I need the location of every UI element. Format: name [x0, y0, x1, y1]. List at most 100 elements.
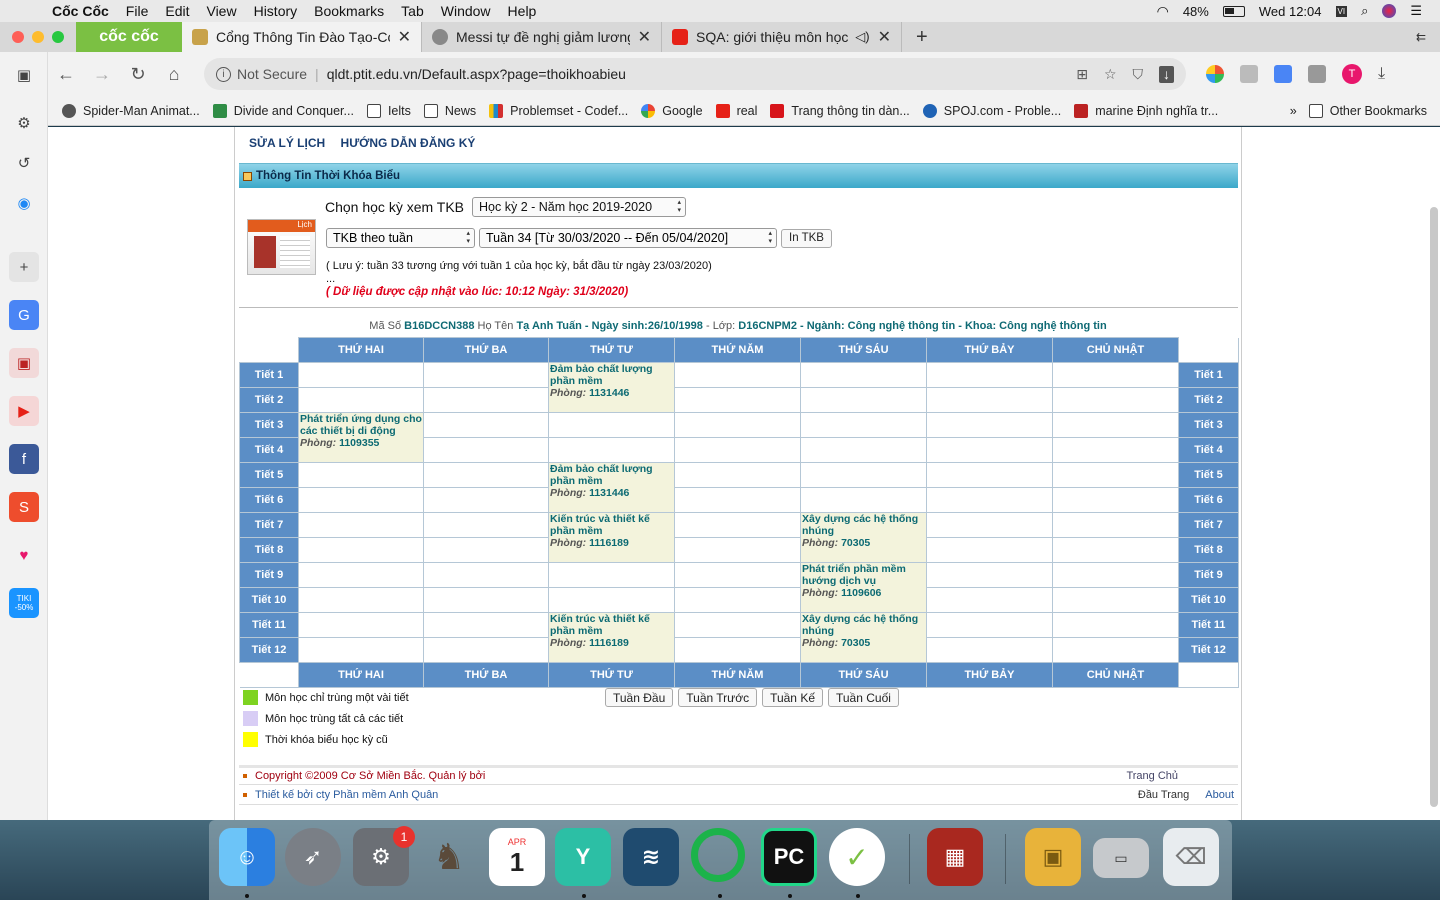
trash-icon[interactable]: ⌫ [1163, 828, 1219, 886]
previous-week-button[interactable]: Tuần Trước [678, 688, 758, 707]
class-slot[interactable]: Đảm bảo chất lượng phần mềm Phòng: 113144… [548, 362, 675, 413]
youtube-app-icon[interactable]: ▶ [9, 396, 39, 426]
messenger-icon[interactable]: ◉ [9, 188, 39, 218]
bookmark-folder[interactable]: Ielts [366, 103, 411, 118]
class-slot[interactable]: Đảm bảo chất lượng phần mềm Phòng: 113144… [548, 462, 675, 513]
photo-booth-icon[interactable]: ▦ [927, 828, 983, 886]
shield-icon[interactable]: ⛉ [1133, 66, 1144, 83]
info-icon[interactable]: i [216, 66, 231, 82]
downloads-icon[interactable]: ⤓ [1378, 65, 1385, 83]
translate-icon[interactable]: ⊞ [1076, 66, 1088, 83]
menu-clock[interactable]: Wed 12:04 [1259, 4, 1322, 19]
class-slot[interactable]: Kiến trúc và thiết kế phần mềm Phòng: 111… [548, 512, 675, 563]
new-tab-button[interactable]: + [916, 26, 928, 49]
siri-icon[interactable] [1382, 4, 1397, 18]
chess-icon[interactable]: ♞ [421, 828, 477, 886]
audio-playing-icon[interactable]: ◁) [855, 29, 869, 45]
minimize-window-button[interactable] [32, 31, 44, 43]
menu-window[interactable]: Window [441, 3, 491, 19]
back-to-top-link[interactable]: Đầu Trang [1138, 789, 1189, 801]
menu-tab[interactable]: Tab [401, 3, 424, 19]
screenshot-extension-icon[interactable] [1240, 65, 1258, 83]
facebook-app-icon[interactable]: f [9, 444, 39, 474]
notification-center-icon[interactable]: ☰ [1410, 3, 1422, 19]
copy-extension-icon[interactable] [1308, 65, 1326, 83]
coccoc-logo[interactable]: cốc cốc [76, 22, 182, 52]
tab-timetable[interactable]: Cổng Thông Tin Đào Tạo-Cơ ✕ [182, 22, 422, 52]
about-link[interactable]: About [1205, 789, 1234, 801]
tab-sqa[interactable]: SQA: giới thiệu môn học - ◁) ✕ [662, 22, 902, 52]
forward-button[interactable]: → [84, 64, 120, 85]
download-page-icon[interactable]: ↓ [1159, 65, 1174, 83]
nav-registration-guide[interactable]: HƯỚNG DẪN ĐĂNG KÝ [341, 136, 476, 150]
spotlight-icon[interactable]: ⌕ [1361, 3, 1368, 19]
input-source-icon[interactable]: VI [1335, 5, 1348, 17]
tab-messi[interactable]: Messi tự đề nghị giảm lương ✕ [422, 22, 662, 52]
close-tab-icon[interactable]: ✕ [638, 27, 651, 47]
bookmark-folder[interactable]: News [423, 103, 476, 118]
bookmark-item[interactable]: Trang thông tin dàn... [770, 103, 910, 118]
last-week-button[interactable]: Tuần Cuối [828, 688, 899, 707]
class-slot[interactable]: Phát triển phần mềm hướng dịch vụ Phòng: … [800, 562, 927, 613]
google-translate-icon[interactable] [1274, 65, 1292, 83]
other-bookmarks-folder[interactable]: Other Bookmarks [1308, 103, 1427, 118]
close-window-button[interactable] [12, 31, 24, 43]
disk-image-icon[interactable]: ▭ [1093, 838, 1149, 878]
back-button[interactable]: ← [48, 64, 84, 85]
package-icon[interactable]: ▣ [1025, 828, 1081, 886]
cambridge-app-icon[interactable]: ▣ [9, 348, 39, 378]
menu-bookmarks[interactable]: Bookmarks [314, 3, 384, 19]
menu-history[interactable]: History [254, 3, 298, 19]
tab-search-icon[interactable]: ⇇ [1416, 30, 1426, 44]
launchpad-icon[interactable]: ➶ [285, 828, 341, 886]
bookmark-item[interactable]: Divide and Conquer... [212, 103, 354, 118]
bookmark-item[interactable]: marine Định nghĩa tr... [1074, 103, 1218, 118]
tiki-app-icon[interactable]: TIKI -50% [9, 588, 39, 618]
class-slot[interactable]: Kiến trúc và thiết kế phần mềm Phòng: 111… [548, 612, 675, 663]
loading-circle-icon[interactable] [691, 828, 745, 882]
heart-app-icon[interactable]: ♥ [9, 540, 39, 570]
bookmark-item[interactable]: real [715, 103, 757, 118]
class-slot[interactable]: Xây dựng các hệ thống nhúng Phòng: 70305 [800, 612, 927, 663]
url-text[interactable]: qldt.ptit.edu.vn/Default.aspx?page=thoik… [327, 66, 626, 82]
google-translate-app-icon[interactable]: G [9, 300, 39, 330]
zoom-window-button[interactable] [52, 31, 64, 43]
settings-icon[interactable]: ⚙ [9, 108, 39, 138]
view-mode-select[interactable]: TKB theo tuần [326, 228, 475, 248]
close-tab-icon[interactable]: ✕ [878, 27, 891, 47]
menu-help[interactable]: Help [508, 3, 537, 19]
home-link[interactable]: Trang Chủ [1126, 770, 1178, 782]
coccoc-extension-icon[interactable] [1206, 65, 1224, 83]
battery-percent[interactable]: 48% [1183, 4, 1209, 19]
more-bookmarks-icon[interactable]: » [1290, 104, 1297, 118]
menu-edit[interactable]: Edit [165, 3, 189, 19]
first-week-button[interactable]: Tuần Đầu [605, 688, 674, 707]
bookmark-item[interactable]: Google [641, 103, 703, 118]
address-bar[interactable]: i Not Secure | qldt.ptit.edu.vn/Default.… [204, 58, 1186, 90]
menu-view[interactable]: View [206, 3, 236, 19]
finder-icon[interactable]: ☺ [219, 828, 275, 886]
week-select[interactable]: Tuần 34 [Từ 30/03/2020 -- Đến 05/04/2020… [479, 228, 777, 248]
profile-avatar[interactable]: T [1342, 64, 1362, 84]
menu-app-name[interactable]: Cốc Cốc [52, 3, 109, 19]
battery-icon[interactable] [1222, 5, 1245, 17]
calendar-app-icon[interactable]: APR 1 [489, 828, 545, 886]
menu-file[interactable]: File [126, 3, 149, 19]
close-tab-icon[interactable]: ✕ [398, 27, 411, 47]
home-button[interactable]: ⌂ [156, 64, 192, 85]
class-slot[interactable]: Phát triển ứng dụng cho các thiết bị di … [298, 412, 424, 463]
security-label[interactable]: Not Secure [237, 66, 307, 82]
bookmark-item[interactable]: Problemset - Codef... [489, 103, 628, 118]
page-scrollbar[interactable] [1430, 207, 1438, 807]
bookmark-star-icon[interactable]: ☆ [1104, 66, 1117, 83]
shopee-app-icon[interactable]: S [9, 492, 39, 522]
history-icon[interactable]: ↺ [9, 148, 39, 178]
pycharm-icon[interactable]: PC [761, 828, 817, 886]
add-sidebar-app-icon[interactable]: + [9, 252, 39, 282]
bookmark-item[interactable]: Spider-Man Animat... [62, 103, 200, 118]
ytree-app-icon[interactable]: Y [555, 828, 611, 886]
bookmark-item[interactable]: SPOJ.com - Proble... [922, 103, 1061, 118]
coccoc-dock-icon[interactable]: ✓ [829, 828, 885, 886]
print-timetable-button[interactable]: In TKB [781, 228, 832, 248]
wifi-icon[interactable]: ◠ [1157, 3, 1169, 20]
